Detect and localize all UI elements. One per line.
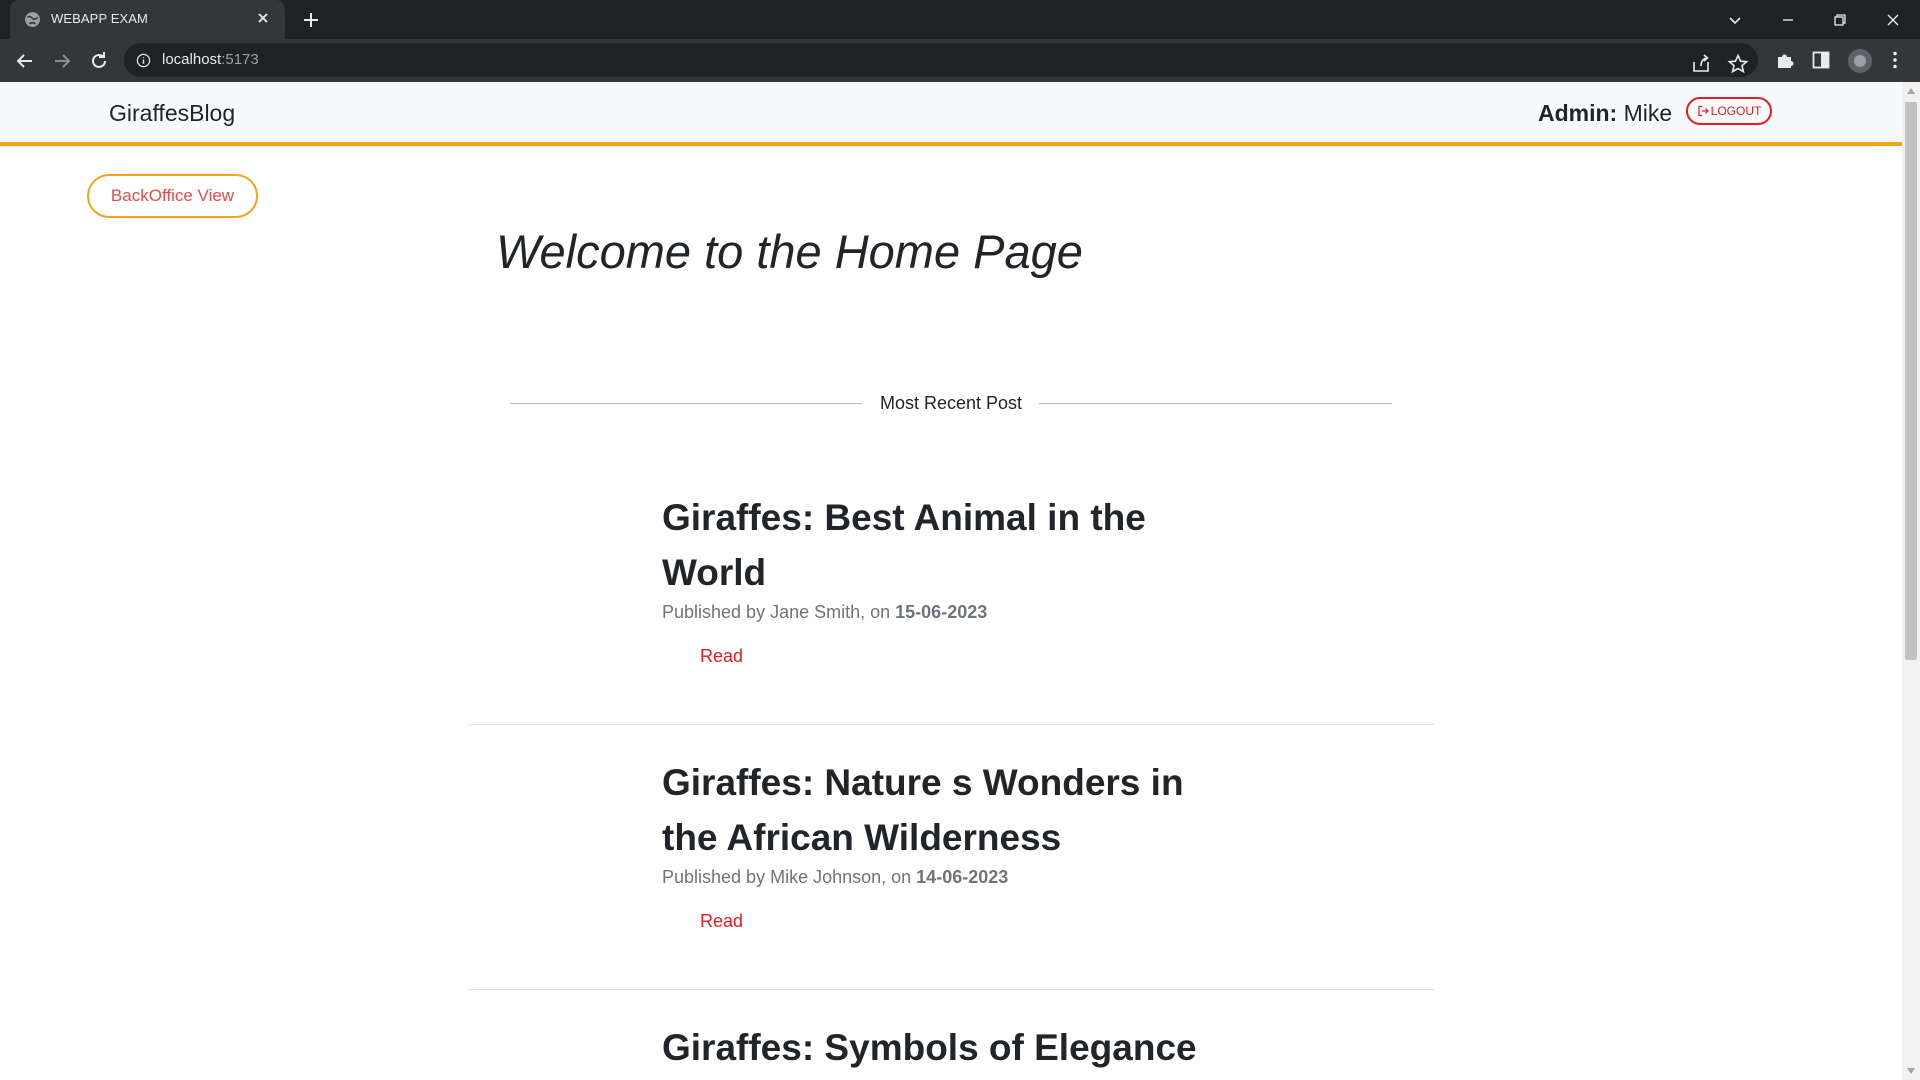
backoffice-view-button[interactable]: BackOffice View: [87, 174, 258, 218]
admin-label: Admin:: [1538, 100, 1618, 126]
post-meta: Published by Jane Smith, on 15-06-2023: [662, 602, 988, 622]
browser-tab-strip: WEBAPP EXAM: [0, 0, 1920, 39]
back-arrow-icon[interactable]: [13, 49, 37, 73]
post-date: 14-06-2023: [916, 867, 1009, 887]
post-title[interactable]: Giraffes: Best Animal in the World: [662, 490, 1182, 600]
read-post-link[interactable]: Read: [700, 646, 743, 667]
url-text: localhost:5173: [162, 51, 259, 68]
extensions-puzzle-icon[interactable]: [1774, 49, 1796, 71]
post-date: 15-06-2023: [895, 602, 988, 622]
address-bar[interactable]: localhost:5173: [124, 43, 1758, 77]
forward-arrow-icon[interactable]: [50, 49, 74, 73]
logout-icon: [1698, 105, 1709, 117]
tab-title: WEBAPP EXAM: [51, 11, 148, 26]
scrollbar-thumb[interactable]: [1905, 102, 1917, 660]
profile-avatar[interactable]: [1848, 49, 1872, 73]
site-navbar: GiraffesBlog Admin: Mike LOGOUT: [0, 82, 1902, 146]
post-card: Giraffes: Symbols of Elegance: [662, 1020, 1222, 1075]
restore-icon[interactable]: [1828, 8, 1852, 32]
post-separator: [468, 724, 1434, 725]
tab-search-chevron-icon[interactable]: [1723, 8, 1747, 32]
post-title[interactable]: Giraffes: Nature s Wonders in the Africa…: [662, 755, 1222, 865]
close-window-icon[interactable]: [1881, 8, 1905, 32]
share-icon[interactable]: [1690, 53, 1712, 75]
page-scrollbar[interactable]: [1902, 82, 1920, 1080]
scroll-up-icon[interactable]: [1907, 88, 1915, 94]
post-separator: [468, 989, 1434, 990]
admin-indicator: Admin: Mike: [1538, 100, 1672, 127]
read-post-link[interactable]: Read: [700, 911, 743, 932]
divider-line-right: [1039, 403, 1392, 404]
page-title: Welcome to the Home Page: [496, 225, 1083, 278]
section-label: Most Recent Post: [880, 393, 1023, 413]
logout-label: LOGOUT: [1710, 104, 1762, 118]
browser-tab[interactable]: WEBAPP EXAM: [10, 0, 285, 39]
new-tab-icon[interactable]: [300, 9, 322, 31]
post-card: Giraffes: Best Animal in the World Publi…: [662, 490, 1182, 624]
side-panel-icon[interactable]: [1810, 49, 1832, 71]
reload-icon[interactable]: [87, 49, 111, 73]
post-title[interactable]: Giraffes: Symbols of Elegance: [662, 1020, 1222, 1075]
minimize-icon[interactable]: [1776, 8, 1800, 32]
page-viewport: GiraffesBlog Admin: Mike LOGOUT BackOffi…: [0, 82, 1902, 1080]
browser-toolbar: localhost:5173: [0, 39, 1920, 82]
bookmark-star-icon[interactable]: [1727, 53, 1749, 75]
post-card: Giraffes: Nature s Wonders in the Africa…: [662, 755, 1222, 889]
divider-line-left: [510, 403, 862, 404]
browser-menu-icon[interactable]: [1884, 49, 1906, 71]
logout-button[interactable]: LOGOUT: [1686, 97, 1772, 125]
close-tab-icon[interactable]: [254, 9, 272, 27]
globe-icon: [25, 12, 40, 27]
site-brand[interactable]: GiraffesBlog: [109, 100, 235, 127]
site-info-icon[interactable]: [136, 53, 151, 68]
post-meta: Published by Mike Johnson, on 14-06-2023: [662, 867, 1009, 887]
scroll-down-icon[interactable]: [1907, 1068, 1915, 1074]
admin-name: Mike: [1623, 100, 1673, 126]
